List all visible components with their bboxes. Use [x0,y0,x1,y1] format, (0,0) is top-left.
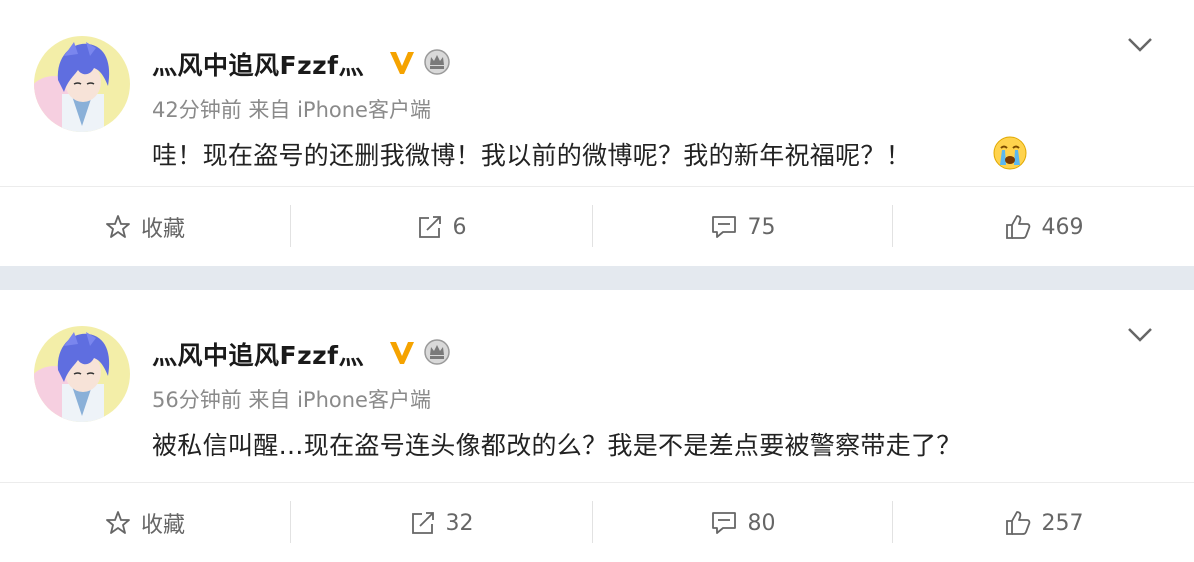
favorite-label: 收藏 [140,513,185,538]
username[interactable]: 灬风中追风Fzzf灬 [152,46,364,82]
like-button[interactable]: 257 [893,483,1194,562]
favorite-label: 收藏 [140,217,185,242]
comment-count: 80 [747,510,776,536]
like-count: 469 [1041,214,1084,240]
repost-button[interactable]: 6 [291,187,592,267]
post-time[interactable]: 42分钟前 [152,98,242,122]
avatar[interactable] [34,36,130,132]
avatar[interactable] [34,326,130,422]
favorite-button[interactable]: 收藏 [0,187,290,267]
chevron-down-icon[interactable] [1126,326,1154,348]
share-icon [411,512,434,534]
post-content: 被私信叫醒…现在盗号连头像都改的么？我是不是差点要被警察带走了？ [152,431,962,460]
verified-v-icon [388,338,416,370]
comment-count: 75 [747,214,776,240]
comment-button[interactable]: 80 [593,483,892,562]
crown-badge-icon [423,48,451,80]
action-bar: 收藏 32 80 257 [0,482,1194,562]
post-source: 来自 iPhone客户端 [248,98,431,122]
favorite-button[interactable]: 收藏 [0,483,290,562]
post-source: 来自 iPhone客户端 [248,388,431,412]
chevron-down-icon[interactable] [1126,36,1154,58]
star-icon [106,215,130,238]
action-bar: 收藏 6 75 469 [0,186,1194,266]
comment-icon [711,216,736,238]
post-content: 哇！现在盗号的还删我微博！我以前的微博呢？我的新年祝福呢？！ [152,141,912,170]
comment-icon [711,512,736,534]
post-meta: 42分钟前 来自 iPhone客户端 [152,94,431,124]
username[interactable]: 灬风中追风Fzzf灬 [152,336,364,372]
post-meta: 56分钟前 来自 iPhone客户端 [152,384,431,414]
weibo-post: 灬风中追风Fzzf灬 42分钟前 来自 iPhone客户端 哇！现在盗号的还删我… [0,0,1194,266]
thumbs-up-icon [1005,215,1030,239]
star-icon [106,511,130,534]
comment-button[interactable]: 75 [593,187,892,267]
share-icon [418,216,441,238]
verified-v-icon [388,48,416,80]
crown-badge-icon [423,338,451,370]
post-time[interactable]: 56分钟前 [152,388,242,412]
weibo-post: 灬风中追风Fzzf灬 56分钟前 来自 iPhone客户端 被私信叫醒…现在盗号… [0,290,1194,562]
thumbs-up-icon [1005,511,1030,535]
like-count: 257 [1041,510,1084,536]
like-button[interactable]: 469 [893,187,1194,267]
repost-button[interactable]: 32 [291,483,592,562]
repost-count: 32 [445,510,474,536]
crying-emoji-icon [992,135,1028,175]
repost-count: 6 [452,214,467,240]
